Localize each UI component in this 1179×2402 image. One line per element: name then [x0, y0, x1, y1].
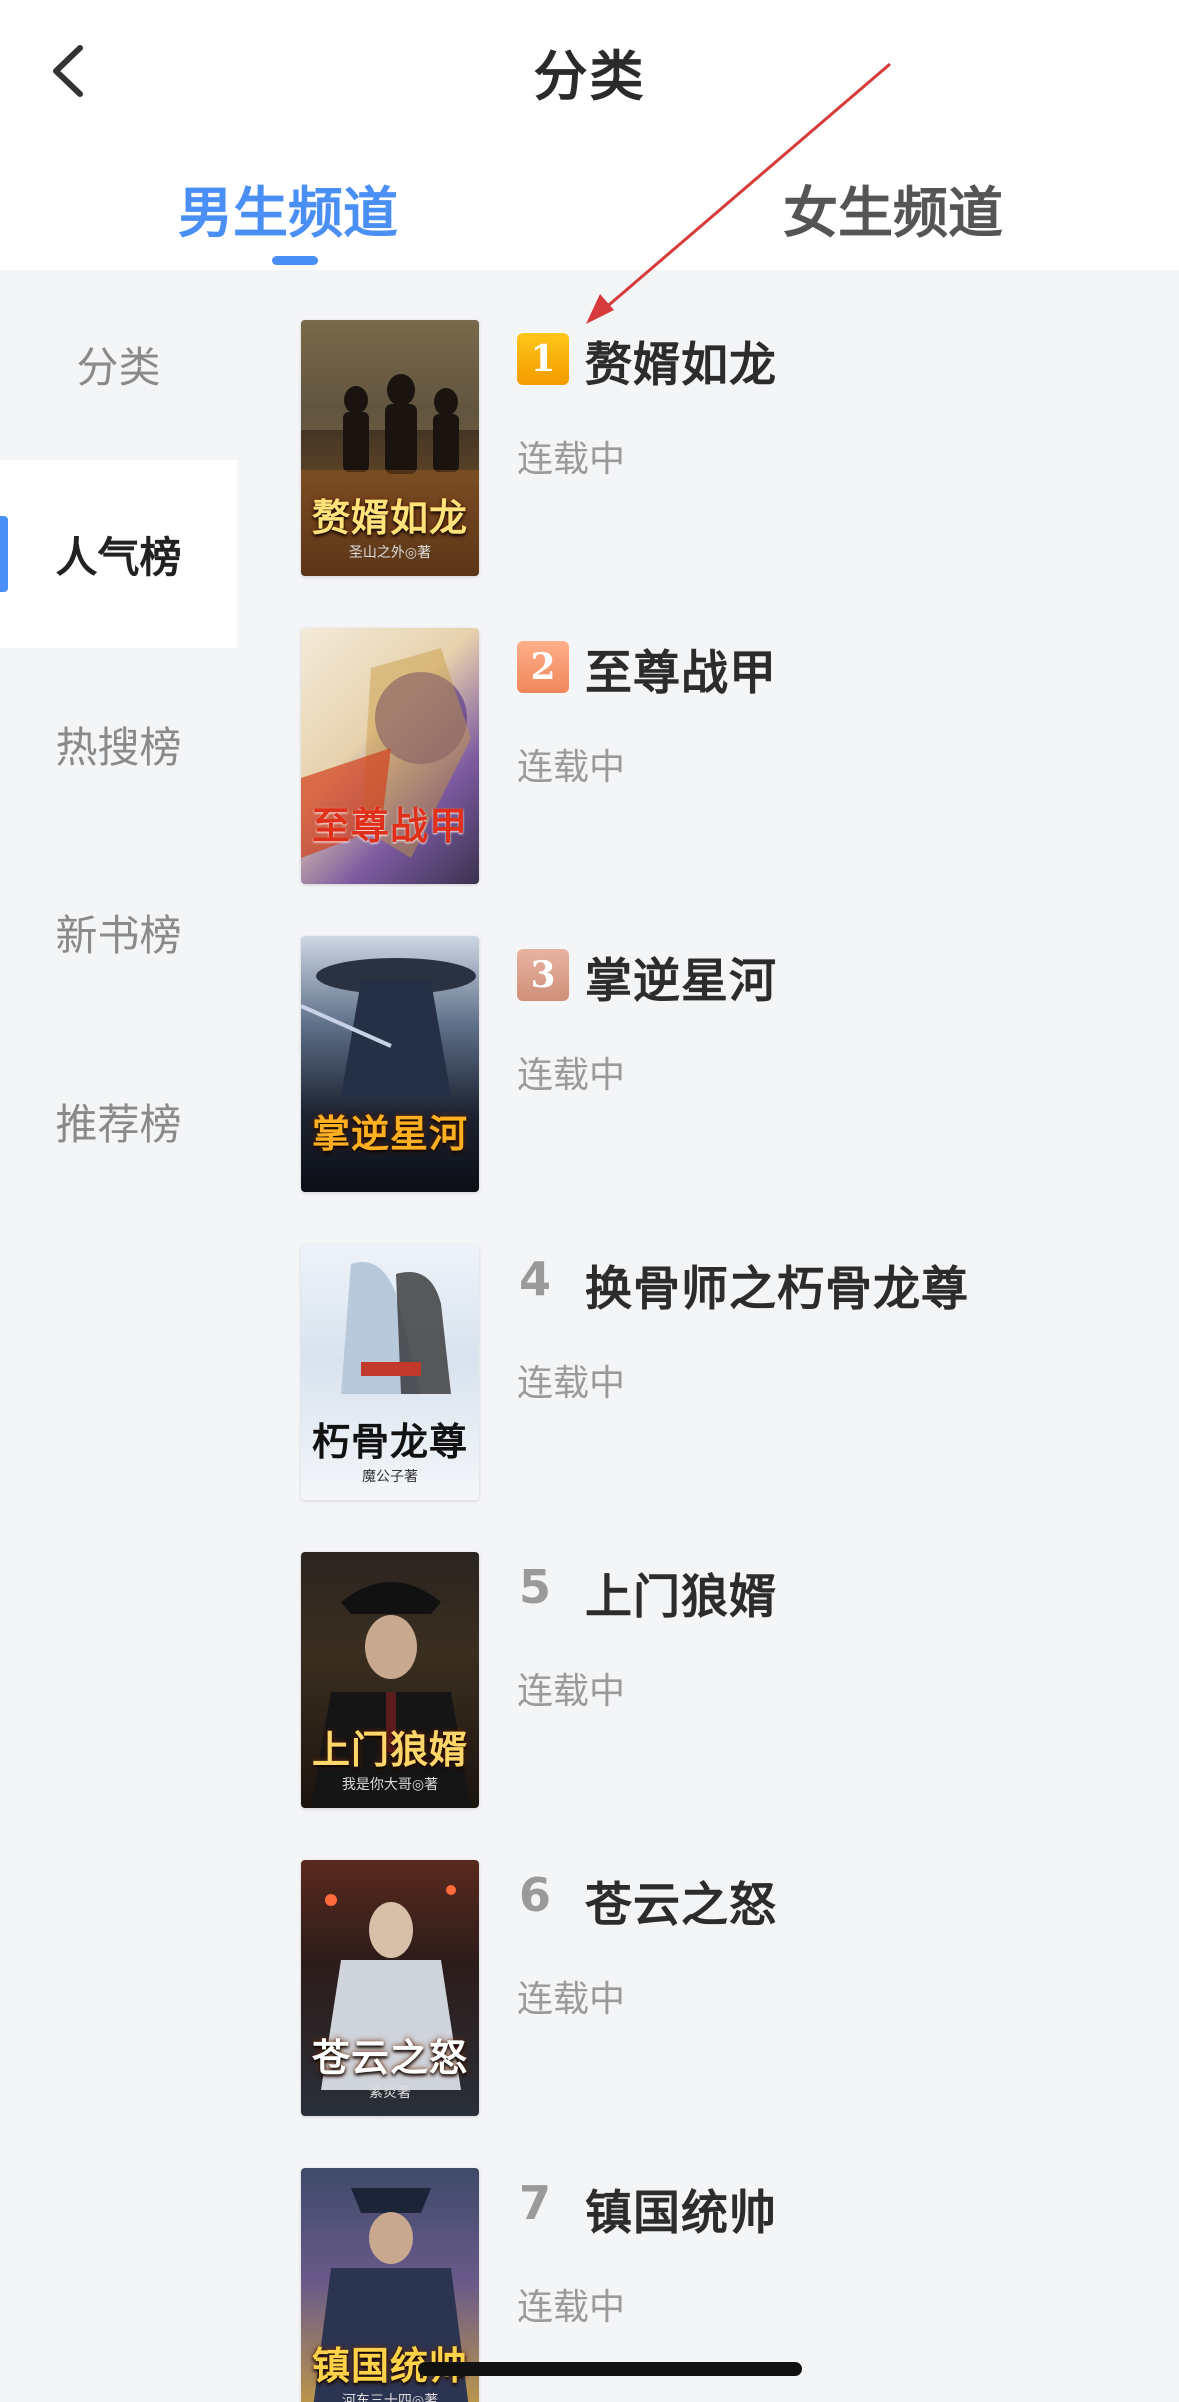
rank-number: 6	[519, 1868, 552, 1922]
book-status: 连载中	[517, 747, 626, 788]
cover-author: 河东三十四◎著	[341, 2393, 439, 2402]
book-title[interactable]: 上门狼婿	[585, 1558, 777, 1627]
sidebar-item-new-books[interactable]: 新书榜	[0, 838, 237, 1026]
book-status: 连载中	[517, 2287, 626, 2328]
cover-author: 紫炎著	[369, 2085, 411, 2101]
active-tab-indicator	[272, 256, 318, 265]
book-row[interactable]: 上门狼婿 我是你大哥◎著 5 上门狼婿 连载中	[237, 1502, 1179, 1810]
cover-author: 圣山之外◎著	[348, 545, 432, 561]
cover-title: 苍云之怒	[311, 2035, 468, 2080]
ranking-sidebar: 分类 人气榜 热搜榜 新书榜 推荐榜	[0, 270, 237, 2402]
book-cover[interactable]: 朽骨龙尊 魔公子著	[301, 1244, 479, 1500]
book-cover[interactable]: 苍云之怒 紫炎著	[301, 1860, 479, 2116]
rank-number: 7	[519, 2176, 552, 2230]
sidebar-item-recommended[interactable]: 推荐榜	[0, 1027, 237, 1215]
book-cover[interactable]: 至尊战甲	[301, 628, 479, 884]
cover-title: 至尊战甲	[311, 803, 468, 848]
cover-title: 赘婿如龙	[311, 495, 468, 540]
book-title[interactable]: 掌逆星河	[585, 942, 777, 1011]
book-cover[interactable]: 上门狼婿 我是你大哥◎著	[301, 1552, 479, 1808]
book-row[interactable]: 朽骨龙尊 魔公子著 4 换骨师之朽骨龙尊 连载中	[237, 1194, 1179, 1502]
book-cover[interactable]: 掌逆星河	[301, 936, 479, 1192]
page-title: 分类	[533, 45, 646, 108]
top-bar: 分类	[0, 0, 1179, 140]
book-status: 连载中	[517, 1363, 626, 1404]
book-status: 连载中	[517, 1979, 626, 2020]
rank-number: 5	[519, 1560, 552, 1614]
book-status: 连载中	[517, 1055, 626, 1096]
book-status: 连载中	[517, 1671, 626, 1712]
book-row[interactable]: 掌逆星河 3 掌逆星河 连载中	[237, 886, 1179, 1194]
rank-badge: 1	[517, 333, 569, 385]
sidebar-item-hot-search[interactable]: 热搜榜	[0, 650, 237, 838]
book-row[interactable]: 镇国统帅 河东三十四◎著 7 镇国统帅 连载中	[237, 2118, 1179, 2402]
book-ranking-list: 赘婿如龙 圣山之外◎著 1 赘婿如龙 连载中 至尊战甲 2 至尊战甲 连载中 掌…	[237, 270, 1179, 2402]
book-row[interactable]: 至尊战甲 2 至尊战甲 连载中	[237, 578, 1179, 886]
tab-male-channel[interactable]: 男生频道	[178, 168, 398, 248]
cover-author: 我是你大哥◎著	[341, 1777, 439, 1793]
book-row[interactable]: 苍云之怒 紫炎著 6 苍云之怒 连载中	[237, 1810, 1179, 2118]
book-title[interactable]: 换骨师之朽骨龙尊	[585, 1250, 969, 1319]
book-title[interactable]: 镇国统帅	[585, 2174, 777, 2243]
rank-number: 4	[519, 1252, 552, 1306]
book-title[interactable]: 至尊战甲	[585, 634, 777, 703]
cover-title: 掌逆星河	[311, 1111, 468, 1156]
book-title[interactable]: 赘婿如龙	[585, 326, 777, 395]
sidebar-item-category[interactable]: 分类	[0, 270, 237, 458]
rank-badge: 2	[517, 641, 569, 693]
book-title[interactable]: 苍云之怒	[585, 1866, 777, 1935]
tab-female-channel[interactable]: 女生频道	[783, 168, 1003, 248]
book-cover[interactable]: 赘婿如龙 圣山之外◎著	[301, 320, 479, 576]
rank-badge: 3	[517, 949, 569, 1001]
book-status: 连载中	[517, 439, 626, 480]
home-indicator[interactable]	[418, 2362, 802, 2376]
cover-title: 上门狼婿	[311, 1727, 468, 1772]
book-row[interactable]: 赘婿如龙 圣山之外◎著 1 赘婿如龙 连载中	[237, 270, 1179, 578]
cover-title: 朽骨龙尊	[311, 1419, 468, 1464]
sidebar-item-popularity[interactable]: 人气榜	[0, 460, 237, 648]
cover-author: 魔公子著	[362, 1469, 418, 1485]
channel-tabs: 男生频道 女生频道	[0, 150, 1179, 270]
